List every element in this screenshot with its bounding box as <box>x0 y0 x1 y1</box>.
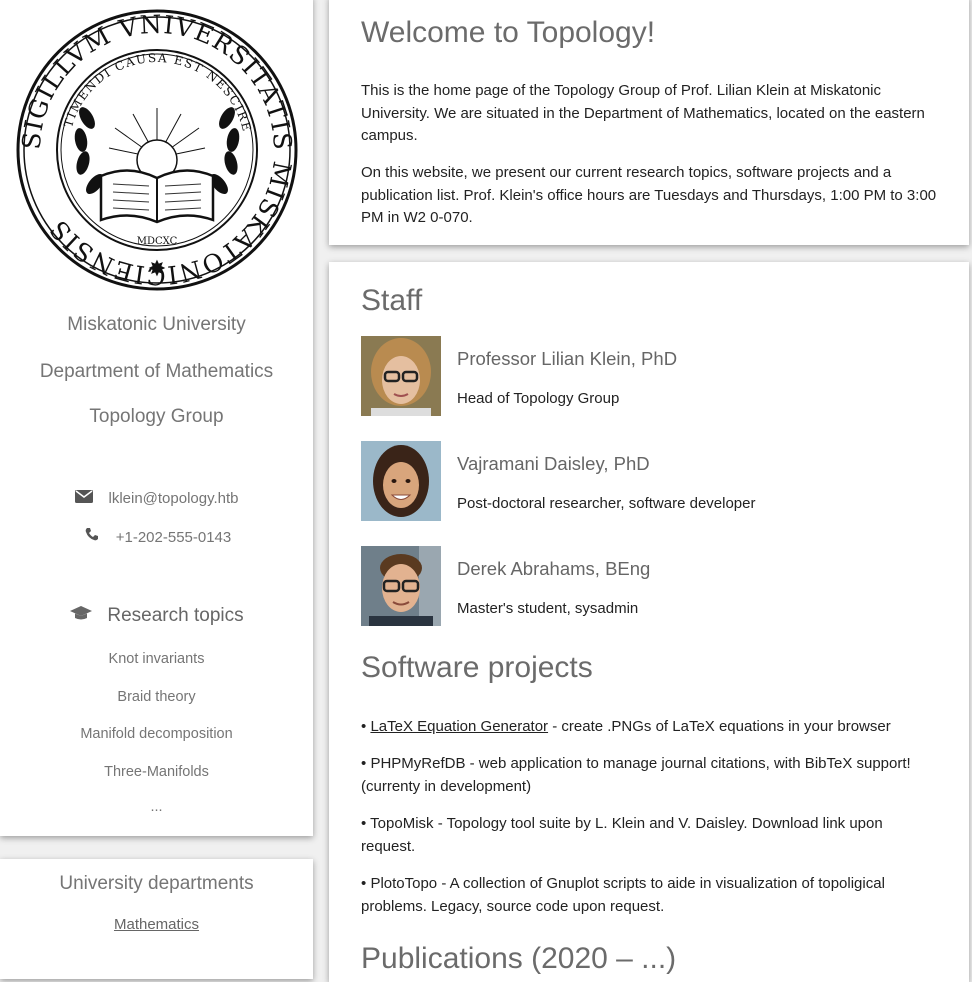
staff-role-abrahams: Master's student, sysadmin <box>457 600 639 617</box>
departments-heading: University departments <box>59 873 254 894</box>
topic-item-more: ... <box>150 799 163 815</box>
staff-title: Staff <box>361 284 423 317</box>
bullet: • <box>361 875 367 892</box>
software-item: • TopoMisk - Topology tool suite by L. K… <box>361 812 936 858</box>
university-name: Miskatonic University <box>67 314 246 335</box>
graduation-cap-icon <box>69 605 93 627</box>
software-item-text: PlotoTopo - A collection of Gnuplot scri… <box>361 875 885 915</box>
software-title: Software projects <box>361 651 593 684</box>
latex-generator-link[interactable]: LaTeX Equation Generator <box>370 718 548 735</box>
phone-icon <box>82 527 102 546</box>
staff-photo-klein <box>361 336 441 416</box>
research-topics-label: Research topics <box>107 605 244 626</box>
staff-name-klein: Professor Lilian Klein, PhD <box>457 348 678 369</box>
email-text[interactable]: lklein@topology.htb <box>108 490 238 507</box>
seal-year: MDCXC <box>137 236 178 247</box>
staff-role-daisley: Post-doctoral researcher, software devel… <box>457 495 756 512</box>
staff-photo-abrahams <box>361 546 441 626</box>
topic-item: Manifold decomposition <box>80 726 233 742</box>
email-contact[interactable]: lklein@topology.htb <box>0 490 313 507</box>
department-link-mathematics[interactable]: Mathematics <box>0 916 313 934</box>
software-item: • PHPMyRefDB - web application to manage… <box>361 752 936 798</box>
topic-item: Knot invariants <box>108 651 205 667</box>
bullet: • <box>361 815 367 832</box>
bullet: • <box>361 718 367 735</box>
staff-name-abrahams: Derek Abrahams, BEng <box>457 558 651 579</box>
welcome-paragraph-1: This is the home page of the Topology Gr… <box>361 82 925 144</box>
research-topics-heading: Research topics <box>0 605 313 627</box>
software-item-text: PHPMyRefDB - web application to manage j… <box>361 755 911 795</box>
bullet: • <box>361 755 367 772</box>
sidebar-card: SIGILLVM VNIVERSITATIS MISKATONICIENSIS … <box>0 0 313 836</box>
svg-text:✸: ✸ <box>148 257 166 282</box>
envelope-icon <box>74 490 94 507</box>
topic-item: Braid theory <box>117 689 196 705</box>
topic-item: Three-Manifolds <box>104 764 209 780</box>
software-item-text: TopoMisk - Topology tool suite by L. Kle… <box>361 815 883 855</box>
staff-role-klein: Head of Topology Group <box>457 390 620 407</box>
staff-name-daisley: Vajramani Daisley, PhD <box>457 453 650 474</box>
software-item: • LaTeX Equation Generator - create .PNG… <box>361 715 936 738</box>
staff-photo-daisley <box>361 441 441 521</box>
department-name: Department of Mathematics <box>39 361 274 382</box>
publications-title: Publications (2020 – ...) <box>361 942 677 975</box>
welcome-card: Welcome to Topology! This is the home pa… <box>329 0 969 245</box>
software-item: • PlotoTopo - A collection of Gnuplot sc… <box>361 872 936 918</box>
department-link-label[interactable]: Mathematics <box>114 916 199 933</box>
phone-text: +1-202-555-0143 <box>115 529 232 546</box>
departments-card: University departments Mathematics <box>0 859 313 979</box>
software-item-text: - create .PNGs of LaTeX equations in you… <box>548 718 891 735</box>
university-seal: SIGILLVM VNIVERSITATIS MISKATONICIENSIS … <box>15 8 299 292</box>
staff-software-card: Staff Professor Lilian Klein, PhD Head o… <box>329 262 969 982</box>
group-name: Topology Group <box>89 406 224 427</box>
welcome-title: Welcome to Topology! <box>361 16 656 49</box>
welcome-paragraph-2: On this website, we present our current … <box>361 164 937 226</box>
phone-contact: +1-202-555-0143 <box>0 527 313 546</box>
